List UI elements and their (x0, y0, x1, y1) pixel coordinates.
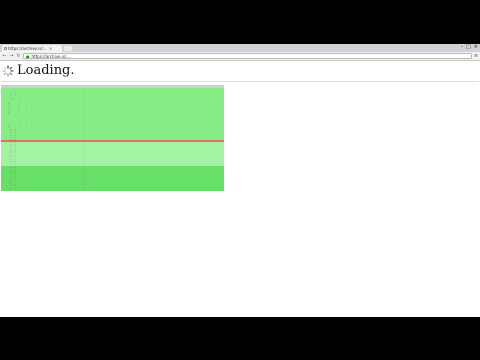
loading-text: Loading. (17, 63, 75, 78)
address-bar[interactable]: ● https://archive.is/... (23, 53, 472, 59)
browser-window: https://archive.is/... × – □ × ← → ↻ ● h… (0, 44, 480, 317)
reload-icon[interactable]: ↻ (16, 52, 21, 61)
forward-icon[interactable]: → (9, 52, 14, 61)
table-body: 200 text/html — — http://... 200 text/html — — ht… (1, 84, 224, 191)
address-bar-url: https://archive.is/... (31, 53, 71, 59)
browser-toolbar: ← → ↻ ● https://archive.is/... ≡ (0, 52, 480, 61)
tab-title: https://archive.is/... (8, 46, 47, 51)
back-icon[interactable]: ← (2, 52, 7, 61)
close-window-button[interactable]: × (474, 44, 478, 51)
minimize-button[interactable]: – (461, 44, 464, 51)
tab-close-icon[interactable]: × (49, 46, 52, 51)
new-tab-button[interactable] (64, 46, 72, 51)
table-row[interactable]: 200 application/javascript — — http://... (1, 189, 224, 191)
maximize-button[interactable]: □ (466, 44, 471, 51)
spinner-icon (2, 65, 14, 77)
window-controls: – □ × (461, 44, 478, 51)
divider (1, 81, 479, 82)
page-favicon-icon (4, 47, 7, 50)
loading-indicator: Loading. (2, 64, 75, 78)
lock-icon: ● (26, 53, 30, 59)
request-table: status type size ms url 200 text/html — — ht… (1, 83, 224, 191)
url-cell[interactable]: http://... (79, 189, 224, 191)
size-cell: — (72, 189, 73, 191)
menu-icon[interactable]: ≡ (474, 52, 478, 61)
browser-tab[interactable]: https://archive.is/... × (2, 45, 62, 52)
type-cell: application/javascript (7, 189, 29, 191)
tab-strip: https://archive.is/... × – □ × (0, 44, 480, 52)
page-content: Loading. status type size ms url 200 text… (0, 61, 480, 317)
